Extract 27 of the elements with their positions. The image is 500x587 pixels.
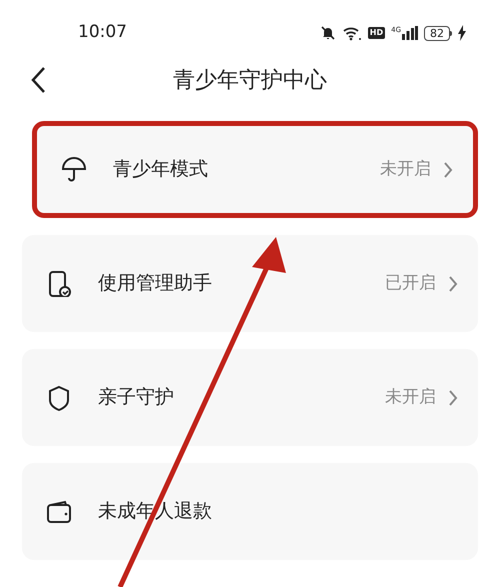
row-label: 青少年模式 [113,157,209,182]
shield-icon [46,384,72,410]
row-status: 未开启 [380,158,431,181]
page-title: 青少年守护中心 [173,66,327,94]
back-icon[interactable] [30,66,46,94]
muted-bell-icon [320,25,336,41]
row-status: 未开启 [385,386,436,409]
chevron-icon [443,160,453,178]
row-label: 亲子守护 [98,385,175,410]
row-status: 已开启 [385,272,436,295]
row-label: 未成年人退款 [98,499,213,524]
phone-check-icon [46,270,72,296]
signal-icon [402,26,418,40]
charging-icon [458,25,466,41]
menu-row[interactable]: 未成年人退款 [22,463,478,560]
chevron-icon [448,388,458,406]
wallet-icon [46,498,72,524]
wifi-icon [342,25,362,41]
menu-row[interactable]: 青少年模式 未开启 [32,121,478,218]
menu-row[interactable]: 亲子守护 未开启 [22,349,478,446]
hd-badge: HD [368,27,386,39]
status-time: 10:07 [78,21,127,44]
chevron-icon [448,274,458,292]
umbrella-icon [61,156,87,182]
battery-indicator: 82 [424,26,452,40]
row-label: 使用管理助手 [98,271,213,296]
menu-row[interactable]: 使用管理助手 已开启 [22,235,478,332]
